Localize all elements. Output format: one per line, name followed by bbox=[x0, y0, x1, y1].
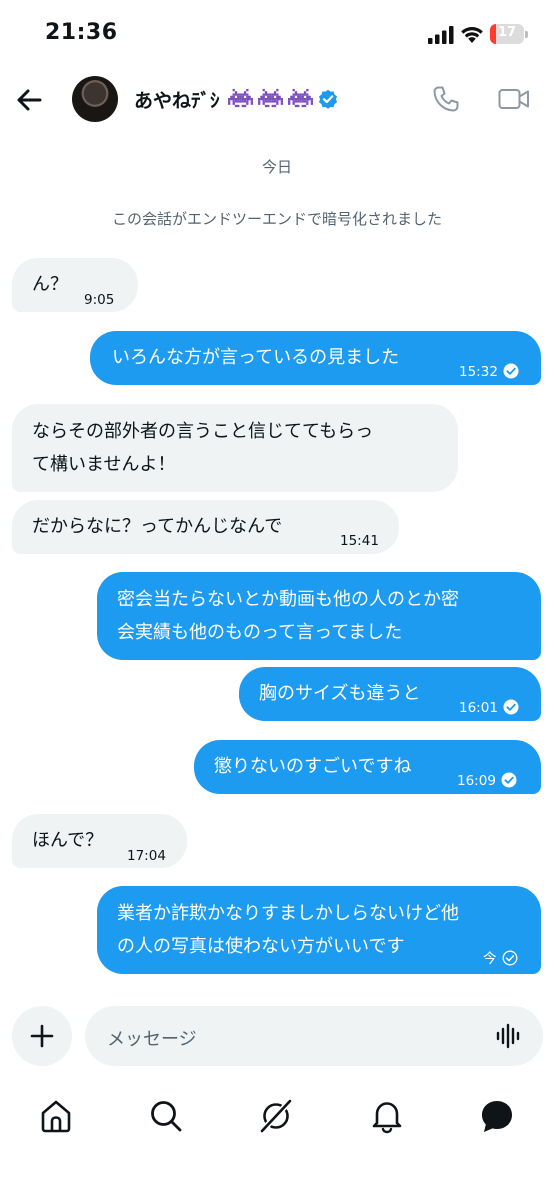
notifications-bell-icon[interactable] bbox=[367, 1096, 407, 1136]
grok-icon[interactable] bbox=[256, 1096, 296, 1136]
video-call-icon[interactable] bbox=[498, 86, 530, 112]
message-bubble-outgoing[interactable]: いろんな方が言っているの見ました 15:32 bbox=[90, 331, 541, 385]
alien-monster-emoji-icon bbox=[288, 88, 313, 108]
alien-monster-emoji-icon bbox=[258, 88, 283, 108]
battery-level: 17 bbox=[497, 25, 517, 40]
message-text: いろんな方が言っているの見ました bbox=[112, 347, 400, 368]
message-bubble-outgoing[interactable]: 懲りないのすごいですね 16:09 bbox=[194, 740, 541, 794]
message-bubble-outgoing[interactable]: 胸のサイズも違うと 16:01 bbox=[239, 667, 541, 721]
add-attachment-button[interactable] bbox=[12, 1006, 72, 1066]
message-text: ん？ bbox=[32, 274, 68, 295]
message-text-line: 密会当たらないとか動画も他の人のとか密 bbox=[117, 589, 459, 610]
message-meta: 16:01 bbox=[459, 692, 519, 724]
message-text: だからなに？ってかんじなんで bbox=[32, 516, 283, 537]
message-meta: 今 bbox=[483, 943, 518, 975]
sent-check-icon bbox=[503, 699, 519, 715]
message-text-line: の人の写真は使わない方がいいです bbox=[117, 936, 405, 957]
message-timestamp: 16:01 bbox=[459, 700, 498, 716]
message-text: 懲りないのすごいですね bbox=[214, 756, 412, 777]
conversation-header: あやねﾃﾞｼ bbox=[0, 70, 554, 130]
message-bubble-incoming[interactable]: だからなに？ってかんじなんで 15:41 bbox=[12, 500, 399, 554]
message-bubble-outgoing[interactable]: 密会当たらないとか動画も他の人のとか密 会実績も他のものって言ってました bbox=[97, 572, 541, 660]
contact-name[interactable]: あやねﾃﾞｼ bbox=[134, 86, 220, 113]
encryption-notice: この会話がエンドツーエンドで暗号化されました bbox=[111, 210, 442, 228]
battery-indicator: 17 bbox=[490, 24, 528, 44]
message-text-line: 業者か詐欺かなりすましかしらないけど他 bbox=[117, 903, 459, 924]
message-bubble-incoming[interactable]: ほんで？ 17:04 bbox=[12, 814, 187, 868]
message-timestamp: 17:04 bbox=[127, 848, 166, 864]
message-timestamp: 15:41 bbox=[340, 533, 379, 549]
plus-icon bbox=[30, 1024, 54, 1048]
back-arrow-icon[interactable] bbox=[14, 84, 46, 116]
message-timestamp: 今 bbox=[483, 951, 497, 967]
message-bubble-outgoing[interactable]: 業者か詐欺かなりすましかしらないけど他 の人の写真は使わない方がいいです 今 bbox=[97, 886, 541, 974]
message-text: 胸のサイズも違うと bbox=[259, 683, 421, 704]
sending-check-icon bbox=[502, 950, 517, 966]
name-emoji-row bbox=[228, 86, 318, 112]
message-input[interactable]: メッセージ bbox=[85, 1006, 543, 1066]
alien-monster-emoji-icon bbox=[228, 88, 253, 108]
cellular-signal-icon bbox=[428, 26, 454, 44]
bottom-tab-bar bbox=[0, 1090, 554, 1146]
phone-call-icon[interactable] bbox=[432, 85, 460, 113]
message-timestamp: 9:05 bbox=[84, 292, 115, 308]
home-icon[interactable] bbox=[36, 1096, 76, 1136]
message-meta: 16:09 bbox=[457, 765, 517, 797]
message-bubble-incoming[interactable]: ん？ 9:05 bbox=[12, 258, 138, 312]
sent-check-icon bbox=[501, 772, 517, 788]
verified-badge-icon bbox=[319, 89, 337, 109]
message-text-line: ならその部外者の言うこと信じててもらっ bbox=[32, 421, 374, 442]
messages-icon[interactable] bbox=[477, 1096, 517, 1136]
voice-message-icon[interactable] bbox=[495, 1023, 523, 1049]
avatar[interactable] bbox=[72, 76, 118, 122]
message-bubble-incoming[interactable]: ならその部外者の言うこと信じててもらっ て構いませんよ！ bbox=[12, 404, 458, 492]
message-timestamp: 16:09 bbox=[457, 773, 496, 789]
battery-body: 17 bbox=[490, 24, 524, 44]
battery-tip bbox=[525, 31, 528, 38]
message-composer: メッセージ bbox=[0, 1004, 554, 1074]
status-bar: 21:36 17 bbox=[0, 0, 554, 70]
message-timestamp: 15:32 bbox=[459, 364, 498, 380]
search-icon[interactable] bbox=[146, 1096, 186, 1136]
message-text: ほんで？ bbox=[32, 830, 104, 851]
wifi-icon bbox=[461, 27, 483, 43]
message-meta: 15:32 bbox=[459, 356, 519, 388]
message-input-placeholder: メッセージ bbox=[107, 1029, 197, 1050]
date-separator: 今日 bbox=[261, 158, 292, 176]
message-text-line: 会実績も他のものって言ってました bbox=[117, 622, 403, 643]
sent-check-icon bbox=[503, 363, 519, 379]
status-time: 21:36 bbox=[45, 20, 118, 45]
message-text-line: て構いませんよ！ bbox=[32, 454, 176, 475]
